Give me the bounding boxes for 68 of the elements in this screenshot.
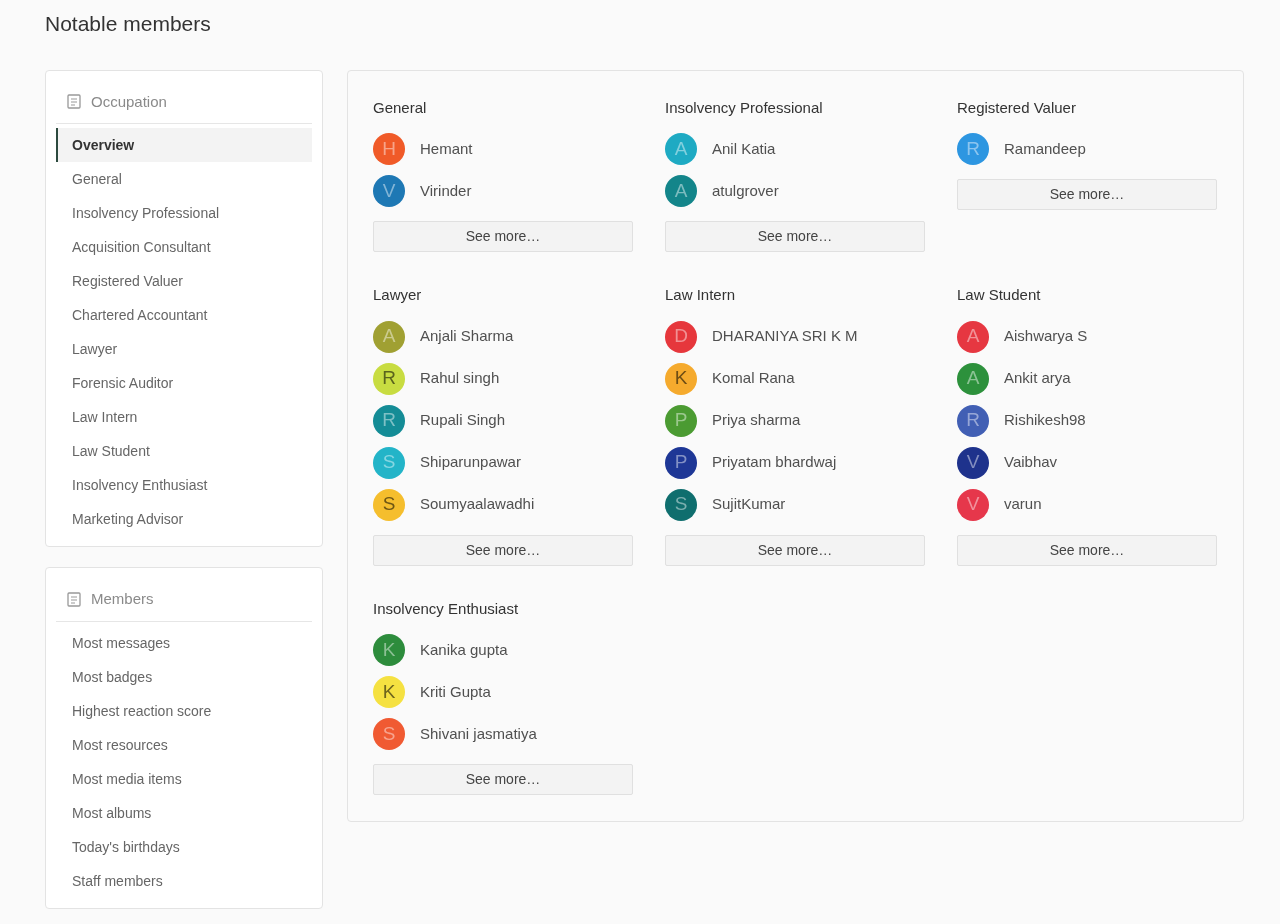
see-more-button[interactable]: See more… [957,179,1217,210]
sidebar-item[interactable]: Insolvency Professional [56,196,312,230]
member-name[interactable]: Rahul singh [420,367,500,390]
member-name[interactable]: Kanika gupta [420,638,508,662]
see-more-button[interactable]: See more… [957,534,1217,566]
avatar[interactable]: P [665,446,697,479]
see-more-button[interactable]: See more… [665,534,925,566]
group-title: Lawyer [373,285,423,305]
member-name[interactable]: Soumyaalawadhi [420,493,535,516]
see-more-button[interactable]: See more… [665,221,925,252]
group-title: General [373,97,428,118]
sidebar-item[interactable]: General [56,162,312,196]
group-title: Insolvency Professional [665,97,824,118]
sidebar-item[interactable]: Lawyer [56,332,312,366]
member-name[interactable]: Ankit arya [1004,367,1071,390]
page-title: Notable members [45,11,212,37]
member-name[interactable]: Virinder [420,179,472,203]
avatar[interactable]: K [665,362,697,395]
see-more-button[interactable]: See more… [373,764,633,795]
sidebar-item[interactable]: Marketing Advisor [56,502,312,536]
member-name[interactable]: Anil Katia [712,137,776,161]
sidebar-item[interactable]: Most albums [56,795,312,830]
group-title: Law Intern [665,285,737,305]
member-name[interactable]: Shiparunpawar [420,451,521,474]
member-name[interactable]: Anjali Sharma [420,325,514,348]
list-icon [67,94,81,110]
member-name[interactable]: Priyatam bhardwaj [712,451,837,474]
sidebar-item[interactable]: Today's birthdays [56,829,312,864]
member-name[interactable]: Shivani jasmatiya [420,722,537,746]
sidebar-item[interactable]: Most messages [56,625,312,660]
see-more-button[interactable]: See more… [373,221,633,252]
member-name[interactable]: Vaibhav [1004,451,1058,474]
member-name[interactable]: atulgrover [712,179,779,203]
sidebar-item[interactable]: Forensic Auditor [56,366,312,400]
member-name[interactable]: Kriti Gupta [420,680,491,704]
avatar[interactable]: K [373,676,405,708]
member-name[interactable]: Hemant [420,137,473,161]
avatar[interactable]: R [373,362,405,395]
sidebar-item[interactable]: Law Intern [56,400,312,434]
member-name[interactable]: Rishikesh98 [1004,409,1086,432]
member-name[interactable]: Aishwarya S [1004,325,1088,348]
group-title: Registered Valuer [957,97,1077,118]
sidebar-item[interactable]: Most media items [56,761,312,796]
member-name[interactable]: Komal Rana [712,367,795,390]
sidebar-heading: Members [91,589,154,609]
see-more-button[interactable]: See more… [373,534,633,566]
sidebar-item[interactable]: Highest reaction score [56,693,312,728]
avatar[interactable]: S [373,488,405,521]
member-name[interactable]: Ramandeep [1004,137,1086,161]
member-name[interactable]: SujitKumar [712,493,786,516]
sidebar-item[interactable]: Law Student [56,434,312,468]
group-title: Law Student [957,285,1042,305]
member-name[interactable]: varun [1004,493,1042,516]
avatar[interactable]: V [957,446,989,479]
sidebar-item[interactable]: Insolvency Enthusiast [56,468,312,502]
sidebar-item[interactable]: Chartered Accountant [56,298,312,332]
sidebar-item[interactable]: Most resources [56,727,312,762]
sidebar-item[interactable]: Registered Valuer [56,264,312,298]
sidebar-item[interactable]: Acquisition Consultant [56,230,312,264]
sidebar-item[interactable]: Staff members [56,863,312,898]
member-name[interactable]: Priya sharma [712,409,801,432]
group-title: Insolvency Enthusiast [373,598,520,619]
list-icon [67,591,81,607]
member-name[interactable]: Rupali Singh [420,409,506,432]
sidebar-heading: Occupation [91,91,167,112]
member-name[interactable]: DHARANIYA SRI K M [712,325,858,348]
sidebar-item[interactable]: Most badges [56,659,312,694]
sidebar-item[interactable]: Overview [56,128,312,162]
